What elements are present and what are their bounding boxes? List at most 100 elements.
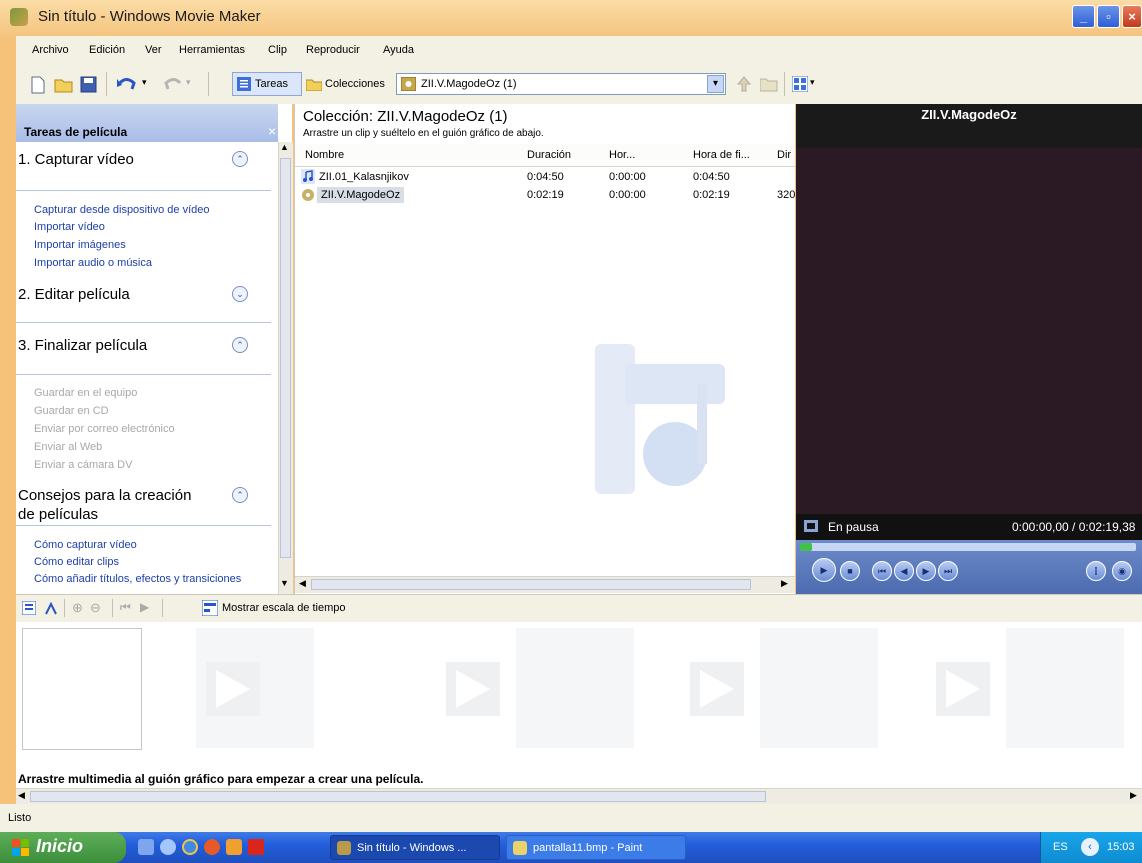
forward-icon[interactable]: ▶ xyxy=(916,561,936,581)
window-title: Sin título - Windows Movie Maker xyxy=(38,8,261,25)
taskbar-item-paint[interactable]: pantalla11.bmp - Paint xyxy=(506,835,686,860)
rewind-storyboard-icon[interactable]: ⏮ xyxy=(120,600,131,615)
close-pane-icon[interactable]: × xyxy=(268,123,276,139)
play-icon[interactable]: ▶ xyxy=(812,558,836,582)
snapshot-icon[interactable]: ◉ xyxy=(1112,561,1132,581)
menu-edicion[interactable]: Edición xyxy=(89,44,125,56)
seek-thumb[interactable] xyxy=(800,543,812,551)
link-how-titles[interactable]: Cómo añadir títulos, efectos y transicio… xyxy=(34,573,241,585)
chevron-up-icon[interactable]: ⌃ xyxy=(232,151,248,167)
timeline-icon[interactable] xyxy=(202,600,218,616)
maximize-button[interactable]: ▫ xyxy=(1097,5,1120,28)
tasks-scrollbar[interactable]: ▲ ▼ xyxy=(278,142,293,594)
storyboard-hscrollbar[interactable]: ◀ ▶ xyxy=(16,788,1142,805)
up-level-icon[interactable] xyxy=(736,75,752,93)
chevron-left-icon[interactable]: ‹ xyxy=(1081,838,1099,856)
scroll-thumb[interactable] xyxy=(280,158,291,558)
redo-dropdown-icon[interactable]: ▾ xyxy=(186,77,191,88)
menu-reproducir[interactable]: Reproducir xyxy=(306,44,360,56)
zoom-out-icon[interactable]: ⊖ xyxy=(90,600,101,616)
chevron-up-icon[interactable]: ⌃ xyxy=(232,487,248,503)
link-capture-device[interactable]: Capturar desde dispositivo de vídeo xyxy=(34,204,210,216)
column-end[interactable]: Hora de fi... xyxy=(693,149,750,161)
scroll-down-icon[interactable]: ▼ xyxy=(280,578,289,588)
storyboard-cell[interactable] xyxy=(516,628,634,748)
undo-dropdown-icon[interactable]: ▾ xyxy=(142,77,147,88)
menu-archivo[interactable]: Archivo xyxy=(32,44,69,56)
stop-icon[interactable]: ■ xyxy=(840,561,860,581)
collection-hscrollbar[interactable]: ◀ ▶ xyxy=(295,576,795,593)
next-icon[interactable]: ⏭ xyxy=(938,561,958,581)
scroll-up-icon[interactable]: ▲ xyxy=(280,142,289,152)
chevron-down-icon[interactable]: ⌄ xyxy=(232,286,248,302)
link-import-images[interactable]: Importar imágenes xyxy=(34,239,126,251)
storyboard-cell[interactable] xyxy=(760,628,878,748)
menu-ayuda[interactable]: Ayuda xyxy=(383,44,414,56)
link-how-capture[interactable]: Cómo capturar vídeo xyxy=(34,539,137,551)
undo-icon[interactable] xyxy=(116,75,138,93)
column-dir[interactable]: Dir xyxy=(777,149,791,161)
audio-levels-icon[interactable] xyxy=(44,601,58,615)
narrate-icon[interactable] xyxy=(22,601,36,615)
menu-clip[interactable]: Clip xyxy=(268,44,287,56)
scroll-right-icon[interactable]: ▶ xyxy=(1130,790,1137,801)
save-icon[interactable] xyxy=(80,76,97,93)
fullscreen-icon[interactable] xyxy=(804,520,818,532)
views-dropdown-icon[interactable]: ▾ xyxy=(810,77,815,88)
previous-icon[interactable]: ⏮ xyxy=(872,561,892,581)
link-import-audio[interactable]: Importar audio o música xyxy=(34,257,152,269)
section-finish-title[interactable]: 3. Finalizar película xyxy=(18,337,147,354)
list-header: Nombre Duración Hor... Hora de fi... Dir xyxy=(295,144,795,167)
chevron-up-icon[interactable]: ⌃ xyxy=(232,337,248,353)
link-import-video[interactable]: Importar vídeo xyxy=(34,221,105,233)
show-timeline-button[interactable]: Mostrar escala de tiempo xyxy=(222,602,346,614)
tasks-label: Tareas xyxy=(255,78,289,90)
section-tips-title-line1[interactable]: Consejos para la creación xyxy=(18,487,191,504)
section-capture-title[interactable]: 1. Capturar vídeo xyxy=(18,151,134,168)
column-start[interactable]: Hor... xyxy=(609,149,635,161)
section-tips-title-line2[interactable]: de películas xyxy=(18,506,98,523)
zoom-in-icon[interactable]: ⊕ xyxy=(72,600,83,616)
collections-button[interactable]: Colecciones xyxy=(325,78,385,90)
scroll-thumb[interactable] xyxy=(311,579,751,590)
storyboard-cell[interactable] xyxy=(1006,628,1124,748)
quicklaunch-icon[interactable] xyxy=(160,839,176,855)
start-button[interactable]: Inicio xyxy=(0,832,126,863)
taskbar-item-moviemaker[interactable]: Sin título - Windows ... xyxy=(330,835,500,860)
column-duration[interactable]: Duración xyxy=(527,149,571,161)
new-file-icon[interactable] xyxy=(30,76,46,94)
menu-herramientas[interactable]: Herramientas xyxy=(179,44,245,56)
column-name[interactable]: Nombre xyxy=(305,149,344,161)
views-icon[interactable] xyxy=(792,76,808,92)
link-how-edit[interactable]: Cómo editar clips xyxy=(34,556,119,568)
scroll-left-icon[interactable]: ◀ xyxy=(18,790,25,801)
redo-icon[interactable] xyxy=(162,75,184,93)
storyboard-hint: Arrastre multimedia al guión gráfico par… xyxy=(16,770,1142,788)
new-collection-icon[interactable] xyxy=(760,76,778,92)
play-storyboard-icon[interactable]: ▶ xyxy=(140,600,149,614)
internet-explorer-icon[interactable] xyxy=(182,839,198,855)
scroll-right-icon[interactable]: ▶ xyxy=(781,578,788,589)
quicklaunch-icon[interactable] xyxy=(248,839,264,855)
close-button[interactable]: × xyxy=(1122,5,1142,28)
open-folder-icon[interactable] xyxy=(54,75,74,93)
rewind-icon[interactable]: ◀ xyxy=(894,561,914,581)
chevron-down-icon[interactable]: ▾ xyxy=(707,75,724,93)
scroll-left-icon[interactable]: ◀ xyxy=(299,578,306,589)
quicklaunch-icon[interactable] xyxy=(226,839,242,855)
collection-select[interactable]: ZII.V.MagodeOz (1) ▾ xyxy=(396,73,726,95)
firefox-icon[interactable] xyxy=(204,839,220,855)
storyboard-cell[interactable] xyxy=(22,628,142,750)
scroll-thumb[interactable] xyxy=(30,791,766,802)
section-edit-title[interactable]: 2. Editar película xyxy=(18,286,130,303)
list-item[interactable]: ZII.01_Kalasnjikov 0:04:50 0:00:00 0:04:… xyxy=(295,168,795,186)
split-icon[interactable]: ⫿ xyxy=(1086,561,1106,581)
menu-ver[interactable]: Ver xyxy=(145,44,162,56)
minimize-button[interactable]: _ xyxy=(1072,5,1095,28)
transition-arrow-icon xyxy=(446,662,500,716)
list-item[interactable]: ZII.V.MagodeOz 0:02:19 0:00:00 0:02:19 3… xyxy=(295,186,795,204)
quicklaunch-icon[interactable] xyxy=(138,839,154,855)
tasks-button[interactable]: Tareas xyxy=(232,72,302,96)
language-indicator[interactable]: ES xyxy=(1053,841,1068,853)
seek-bar[interactable] xyxy=(800,543,1136,551)
